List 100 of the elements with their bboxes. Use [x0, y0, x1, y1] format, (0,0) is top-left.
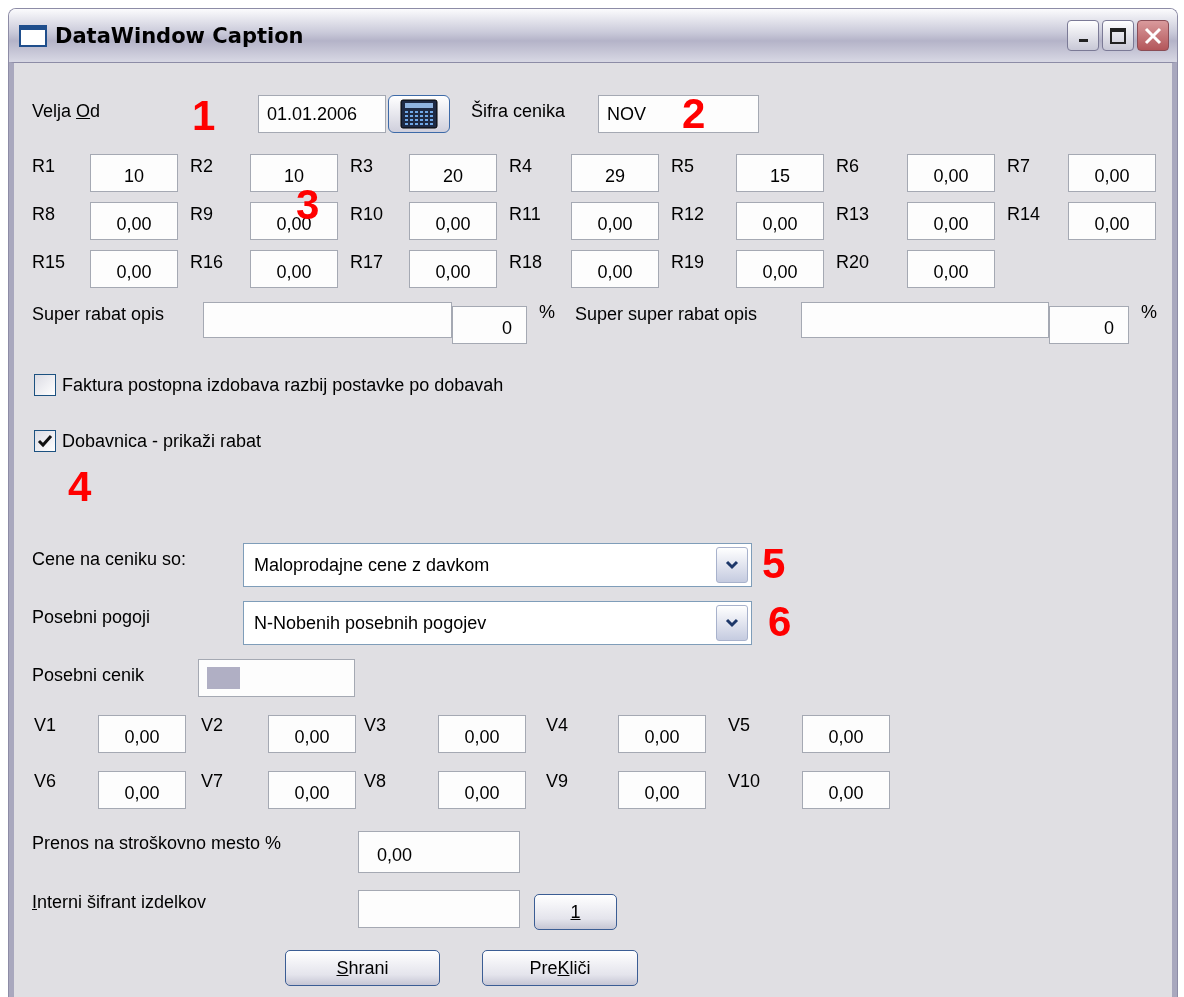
- window-title: DataWindow Caption: [55, 23, 305, 48]
- field-label: Prenos na stroškovno mesto %: [32, 832, 283, 854]
- field-label: R12: [671, 203, 706, 225]
- close-button[interactable]: [1137, 20, 1169, 51]
- number-field[interactable]: 0,00: [409, 250, 497, 288]
- number-field[interactable]: 0,00: [736, 202, 824, 240]
- number-field[interactable]: 0,00: [268, 771, 356, 809]
- field-label: R2: [190, 155, 214, 177]
- annotation-number: 4: [68, 466, 93, 508]
- number-field[interactable]: 0,00: [98, 715, 186, 753]
- field-label: R6: [836, 155, 860, 177]
- number-field[interactable]: 0,00: [907, 250, 995, 288]
- color-field[interactable]: [198, 659, 355, 697]
- number-field[interactable]: 0,00: [438, 771, 526, 809]
- field-label: V2: [200, 715, 225, 736]
- field-label: V4: [545, 715, 570, 736]
- dropdown[interactable]: N-Nobenih posebnih pogojev: [243, 601, 752, 645]
- field-label: R20: [836, 251, 871, 273]
- number-field[interactable]: 0,00: [736, 250, 824, 288]
- number-field[interactable]: 0,00: [409, 202, 497, 240]
- minimize-button[interactable]: [1067, 20, 1099, 51]
- number-field[interactable]: 0,00: [250, 250, 338, 288]
- number-field[interactable]: 10: [90, 154, 178, 192]
- field-label: R9: [190, 203, 214, 225]
- field-label: R7: [1007, 155, 1031, 177]
- field-label: Super super rabat opis: [575, 303, 759, 325]
- field-label: V5: [727, 715, 752, 736]
- number-field[interactable]: 0,00: [618, 771, 706, 809]
- field-label: Interni šifrant izdelkov: [32, 891, 208, 913]
- checkbox[interactable]: [34, 374, 56, 396]
- number-field[interactable]: 0,00: [802, 771, 890, 809]
- field-label: R10: [350, 203, 385, 225]
- maximize-button[interactable]: [1102, 20, 1134, 51]
- calendar-button[interactable]: [388, 95, 450, 133]
- close-icon: [1143, 25, 1163, 46]
- color-swatch: [207, 667, 240, 689]
- save-button[interactable]: Shrani: [285, 950, 440, 986]
- number-field[interactable]: 0,00: [438, 715, 526, 753]
- field-label: V3: [363, 715, 388, 736]
- number-field[interactable]: 0: [1049, 306, 1129, 344]
- field-label: R1: [32, 155, 56, 177]
- percent-sign: %: [539, 302, 556, 323]
- checkbox-label: Dobavnica - prikaži rabat: [62, 430, 262, 452]
- annotation-number: 6: [768, 601, 792, 643]
- percent-sign: %: [1141, 302, 1158, 323]
- field-label: Super rabat opis: [32, 303, 166, 325]
- annotation-number: 2: [682, 93, 706, 135]
- number-field[interactable]: 0,00: [90, 202, 178, 240]
- number-field[interactable]: 15: [736, 154, 824, 192]
- number-field[interactable]: 0,00: [1068, 202, 1156, 240]
- number-field[interactable]: 29: [571, 154, 659, 192]
- number-field[interactable]: 0,00: [571, 202, 659, 240]
- field-label: R17: [350, 251, 385, 273]
- field-label: V7: [200, 771, 225, 792]
- number-field[interactable]: 0,00: [907, 202, 995, 240]
- number-field[interactable]: 0,00: [268, 715, 356, 753]
- lookup-button[interactable]: 1: [534, 894, 617, 930]
- checkbox-label: Faktura postopna izdobava razbij postavke po dobavah: [62, 374, 504, 396]
- date-field[interactable]: 01.01.2006: [258, 95, 386, 133]
- field-label: Cene na ceniku so:: [32, 548, 188, 570]
- field-label: R3: [350, 155, 374, 177]
- number-field[interactable]: 0,00: [571, 250, 659, 288]
- field-label: Posebni pogoji: [32, 606, 152, 628]
- number-field[interactable]: 0,00: [90, 250, 178, 288]
- number-field[interactable]: 20: [409, 154, 497, 192]
- annotation-number: 5: [762, 543, 786, 585]
- field-label: R15: [32, 251, 67, 273]
- field-label: Velja Od: [32, 100, 102, 122]
- field-label: R13: [836, 203, 871, 225]
- dropdown[interactable]: Maloprodajne cene z davkom: [243, 543, 752, 587]
- maximize-icon: [1109, 26, 1127, 45]
- window-icon: [19, 24, 47, 47]
- calculator-icon: [399, 99, 439, 129]
- text-field[interactable]: [801, 302, 1049, 338]
- field-label: R18: [509, 251, 544, 273]
- text-field[interactable]: [203, 302, 452, 338]
- number-field[interactable]: 0,00: [802, 715, 890, 753]
- field-label: V9: [545, 771, 570, 792]
- field-label: R11: [509, 203, 542, 225]
- field-label: V1: [33, 715, 58, 736]
- number-field[interactable]: 0,00: [358, 831, 520, 873]
- cancel-button[interactable]: PreKliči: [482, 950, 638, 986]
- minimize-icon: [1078, 39, 1088, 42]
- field-label: R4: [509, 155, 533, 177]
- number-field[interactable]: 0,00: [907, 154, 995, 192]
- number-field[interactable]: 0,00: [98, 771, 186, 809]
- field-label: V10: [727, 771, 762, 792]
- number-field[interactable]: 0,00: [1068, 154, 1156, 192]
- field-label: R5: [671, 155, 695, 177]
- field-label: Posebni cenik: [32, 664, 146, 686]
- field-label: Šifra cenika: [471, 99, 567, 122]
- number-field[interactable]: 0: [452, 306, 527, 344]
- field-label: R16: [190, 251, 225, 273]
- annotation-number: 1: [192, 95, 217, 137]
- checkbox[interactable]: [34, 430, 56, 452]
- number-field[interactable]: 0,00: [618, 715, 706, 753]
- text-field[interactable]: [358, 890, 520, 928]
- field-label: R19: [671, 251, 706, 273]
- field-label: R14: [1007, 203, 1042, 225]
- field-label: V6: [33, 771, 58, 792]
